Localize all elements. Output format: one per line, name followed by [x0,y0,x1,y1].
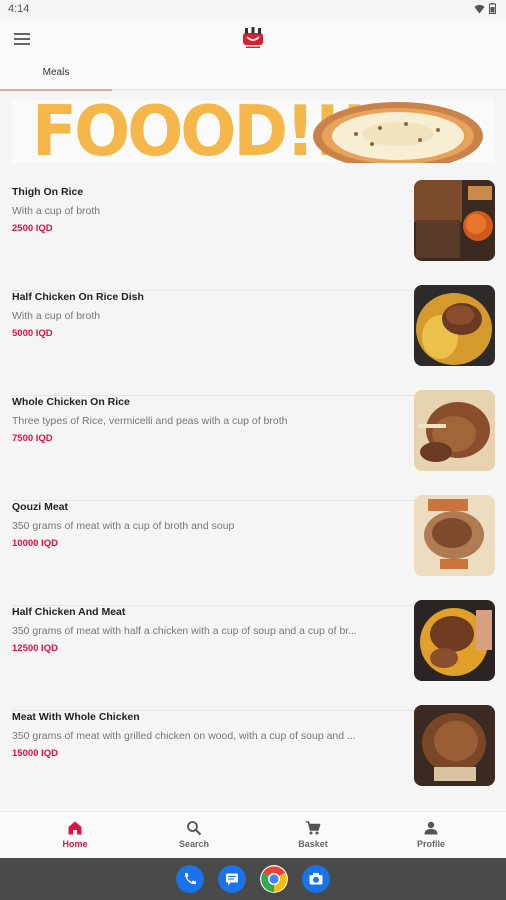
item-name: Whole Chicken On Rice [12,396,130,408]
item-name: Qouzi Meat [12,501,69,513]
nav-home[interactable]: Home [15,812,135,859]
nav-search[interactable]: Search [134,812,254,859]
item-description: 350 grams of meat with half a chicken wi… [12,625,357,637]
nav-label: Basket [298,839,328,849]
item-name: Half Chicken On Rice Dish [12,291,144,303]
item-description: With a cup of broth [12,310,101,322]
status-icons [474,3,496,14]
item-price: 5000 IQD [12,328,53,339]
list-item[interactable]: Whole Chicken On Rice Three types of Ric… [0,390,506,501]
item-description: 350 grams of meat with grilled chicken o… [12,730,356,742]
status-time: 4:14 [8,3,30,15]
nav-label: Profile [416,839,445,849]
nav-label: Search [178,839,210,849]
system-dock [0,858,506,900]
profile-icon [424,821,438,835]
category-tabs: Meals [0,60,506,91]
app-bar [0,20,506,60]
promo-banner[interactable]: FOOOD!!! [12,100,494,163]
dish-image[interactable] [414,705,495,786]
phone-icon[interactable] [176,865,204,893]
item-name: Half Chicken And Meat [12,606,126,618]
list-item[interactable]: Qouzi Meat 350 grams of meat with a cup … [0,495,506,606]
home-icon [68,821,82,835]
search-icon [187,821,202,836]
item-price: 12500 IQD [12,643,58,654]
battery-icon [489,3,496,14]
rice-plate-image [313,102,483,163]
nav-basket[interactable]: Basket [253,812,373,859]
item-description: 350 grams of meat with a cup of broth an… [12,520,235,532]
item-price: 15000 IQD [12,748,58,759]
nav-label: Home [62,839,88,849]
app-logo [243,27,263,48]
tab-meals[interactable]: Meals [0,60,112,91]
messages-icon[interactable] [218,865,246,893]
basket-icon [306,821,321,835]
item-description: With a cup of broth [12,205,101,217]
bottom-nav: Home Search Basket Profile [0,811,506,858]
chrome-icon[interactable] [260,865,288,893]
tab-label: Meals [42,67,70,78]
status-bar: 4:14 [0,0,506,20]
menu-content[interactable]: FOOOD!!! Thigh On Rice With a cup of bro… [0,91,506,811]
item-description: Three types of Rice, vermicelli and peas… [12,415,288,427]
camera-icon[interactable] [302,865,330,893]
menu-icon[interactable] [14,31,30,47]
dish-image[interactable] [414,495,495,576]
list-item[interactable]: Thigh On Rice With a cup of broth 2500 I… [0,180,506,291]
list-item[interactable]: Meat With Whole Chicken 350 grams of mea… [0,705,506,811]
item-price: 10000 IQD [12,538,58,549]
dish-image[interactable] [414,285,495,366]
list-item[interactable]: Half Chicken And Meat 350 grams of meat … [0,600,506,711]
dish-image[interactable] [414,180,495,261]
wifi-icon [474,4,485,13]
list-item[interactable]: Half Chicken On Rice Dish With a cup of … [0,285,506,396]
item-name: Meat With Whole Chicken [12,711,140,723]
item-price: 7500 IQD [12,433,53,444]
dish-image[interactable] [414,600,495,681]
nav-profile[interactable]: Profile [371,812,491,859]
item-name: Thigh On Rice [12,186,84,198]
dish-image[interactable] [414,390,495,471]
item-price: 2500 IQD [12,223,53,234]
